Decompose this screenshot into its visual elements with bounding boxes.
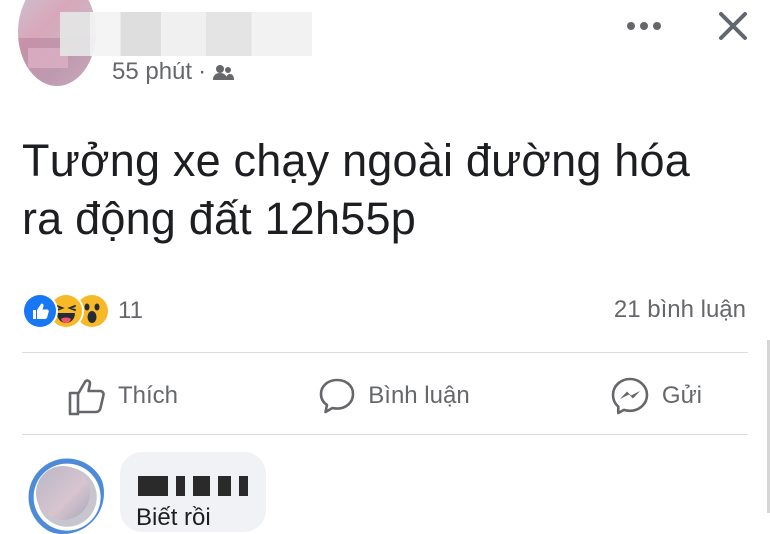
- comment-text: Biết rồi: [136, 504, 211, 531]
- send-label: Gửi: [661, 382, 702, 409]
- messenger-icon: [611, 377, 649, 415]
- more-horizontal-icon: [627, 22, 661, 30]
- reaction-count[interactable]: 11: [118, 297, 143, 325]
- like-reaction-icon: [22, 293, 58, 329]
- commenter-name-redacted[interactable]: [138, 476, 248, 496]
- like-button[interactable]: Thích: [22, 376, 224, 416]
- post-timestamp[interactable]: 55 phút: [112, 62, 192, 86]
- divider: [22, 434, 748, 435]
- like-label: Thích: [118, 382, 179, 409]
- post-text-line: Tưởng xe chạy ngoài đường hóa: [22, 135, 690, 186]
- post-text: Tưởng xe chạy ngoài đường hóa ra động đấ…: [22, 132, 752, 248]
- post-text-line: ra động đất 12h55p: [22, 193, 416, 244]
- post-meta: 55 phút ·: [112, 58, 235, 86]
- send-button[interactable]: Gửi: [564, 376, 748, 416]
- comment-count[interactable]: 21 bình luận: [614, 296, 746, 324]
- more-options-button[interactable]: [618, 8, 670, 44]
- comment-bubble[interactable]: Biết rồi: [120, 452, 266, 532]
- divider: [22, 352, 748, 353]
- comment-button[interactable]: Bình luận: [272, 377, 515, 415]
- comment-label: Bình luận: [368, 382, 470, 409]
- close-icon: [719, 12, 747, 40]
- commenter-avatar[interactable]: [22, 452, 104, 534]
- author-name-redacted[interactable]: [60, 12, 312, 56]
- action-bar: Thích Bình luận Gửi: [22, 358, 748, 434]
- thumbs-up-icon: [68, 379, 105, 416]
- reactions-summary[interactable]: 11: [22, 293, 143, 329]
- close-button[interactable]: [708, 4, 758, 48]
- comment-icon: [319, 378, 355, 414]
- friends-icon: [213, 65, 235, 80]
- meta-separator: ·: [198, 58, 207, 85]
